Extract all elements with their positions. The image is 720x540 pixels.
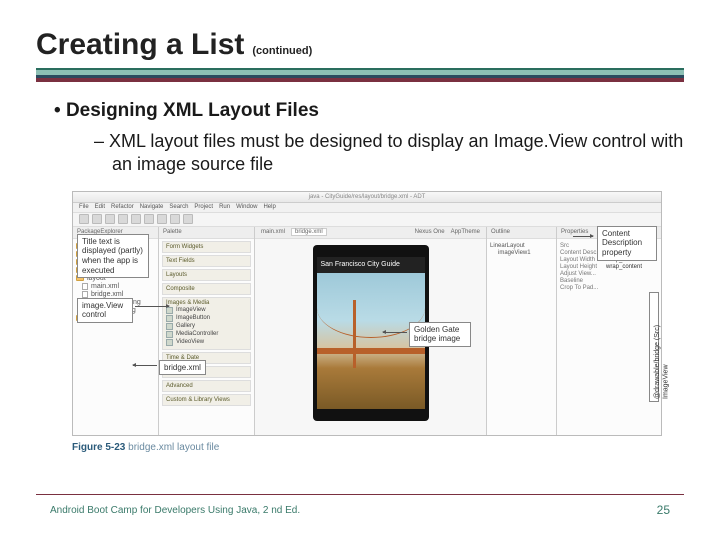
- menu-item[interactable]: Edit: [95, 204, 105, 210]
- palette-group[interactable]: Custom & Library Views: [162, 394, 251, 406]
- toolbar-icon[interactable]: [105, 214, 115, 224]
- menu-item[interactable]: Refactor: [111, 204, 134, 210]
- menu-item[interactable]: File: [79, 204, 89, 210]
- menu-item[interactable]: Help: [263, 204, 275, 210]
- ide-body: PackageExplorer drawable-hdpi drawable-l…: [73, 227, 661, 435]
- outline-item[interactable]: LinearLayout: [490, 243, 553, 249]
- arrow-icon: [135, 306, 169, 307]
- widget-icon: [166, 315, 173, 322]
- toolbar-icon[interactable]: [157, 214, 167, 224]
- toolbar-icon[interactable]: [183, 214, 193, 224]
- ide-toolbar: [73, 213, 661, 227]
- callout-imageview: image.View control: [77, 298, 133, 323]
- file-icon: [82, 283, 88, 290]
- bullet-level-2: XML layout files must be designed to dis…: [94, 130, 684, 177]
- property-row[interactable]: Layout Heightwrap_content: [560, 264, 658, 270]
- footer-text: Android Boot Camp for Developers Using J…: [50, 505, 300, 516]
- canvas-tabs: main.xml bridge.xml Nexus One AppTheme: [255, 227, 486, 239]
- palette-group[interactable]: Layouts: [162, 269, 251, 281]
- widget-icon: [166, 331, 173, 338]
- callout-title-text: Title text is displayed (partly) when th…: [77, 234, 149, 278]
- ide-screenshot: java - CityGuide/res/layout/bridge.xml -…: [72, 191, 662, 436]
- bullet-level-1: Designing XML Layout Files: [54, 100, 684, 122]
- arrow-icon: [133, 365, 157, 366]
- toolbar-icon[interactable]: [131, 214, 141, 224]
- palette-panel: Palette Form Widgets Text Fields Layouts…: [159, 227, 255, 435]
- properties-body: Src@drawable/bri... Content Desc...@stri…: [557, 239, 661, 435]
- palette-group[interactable]: Composite: [162, 283, 251, 295]
- panel-header: Palette: [159, 227, 254, 239]
- toolbar-icon[interactable]: [118, 214, 128, 224]
- palette-group-label: Images & Media: [166, 300, 247, 306]
- editor-tab[interactable]: main.xml: [261, 229, 285, 235]
- tree-label: main.xml: [91, 283, 119, 290]
- toolbar-icon[interactable]: [92, 214, 102, 224]
- property-row[interactable]: Crop To Pad...: [560, 285, 658, 291]
- palette-group[interactable]: Images & Media ImageView ImageButton Gal…: [162, 297, 251, 350]
- menu-item[interactable]: Project: [194, 204, 213, 210]
- outline-panel: Outline LinearLayout imageView1: [487, 227, 557, 435]
- toolbar-icon[interactable]: [79, 214, 89, 224]
- menu-item[interactable]: Search: [169, 204, 188, 210]
- panel-header: Outline: [487, 227, 556, 239]
- figure-text: bridge.xml layout file: [128, 442, 219, 453]
- menu-item[interactable]: Navigate: [140, 204, 164, 210]
- palette-item[interactable]: ImageButton: [166, 315, 247, 322]
- callout-content-desc: Content Description property: [597, 226, 657, 261]
- app-title: San Francisco City Guide: [321, 261, 400, 268]
- footer-rule: [36, 494, 684, 495]
- palette-group[interactable]: Text Fields: [162, 255, 251, 267]
- app-bar: San Francisco City Guide: [317, 257, 425, 273]
- title-rules: [36, 68, 684, 82]
- menu-item[interactable]: Run: [219, 204, 230, 210]
- slide: Creating a List (continued) Designing XM…: [0, 0, 720, 540]
- widget-icon: [166, 307, 173, 314]
- arrow-icon: [573, 236, 593, 237]
- palette-item[interactable]: Gallery: [166, 323, 247, 330]
- widget-icon: [166, 339, 173, 346]
- palette-group[interactable]: Advanced: [162, 380, 251, 392]
- palette-item[interactable]: VideoView: [166, 339, 247, 346]
- figure-label: Figure 5-23: [72, 442, 125, 453]
- device-dropdown[interactable]: Nexus One: [415, 229, 445, 235]
- menu-item[interactable]: Window: [236, 204, 257, 210]
- outline-item[interactable]: imageView1: [498, 250, 553, 256]
- toolbar-icon[interactable]: [144, 214, 154, 224]
- property-row[interactable]: Baseline: [560, 278, 658, 284]
- content: Designing XML Layout Files XML layout fi…: [36, 100, 684, 177]
- property-row[interactable]: Adjust View...: [560, 271, 658, 277]
- palette-item[interactable]: ImageView: [166, 307, 247, 314]
- slide-title: Creating a List: [36, 28, 244, 62]
- theme-dropdown[interactable]: AppTheme: [451, 229, 480, 235]
- callout-vertical-path: @drawable/bridge (Src) ImageView: [649, 292, 659, 402]
- tree-label: bridge.xml: [91, 291, 123, 298]
- palette-group[interactable]: Form Widgets: [162, 241, 251, 253]
- ide-menubar: File Edit Refactor Navigate Search Proje…: [73, 203, 661, 213]
- callout-bridge-image: Golden Gate bridge image: [409, 322, 471, 347]
- palette-item[interactable]: MediaController: [166, 331, 247, 338]
- continued-label: (continued): [252, 45, 312, 57]
- toolbar-icon[interactable]: [170, 214, 180, 224]
- editor-tab[interactable]: bridge.xml: [291, 228, 327, 236]
- callout-bridge-xml: bridge.xml: [159, 360, 206, 376]
- file-icon: [82, 291, 88, 298]
- ide-window-titlebar: java - CityGuide/res/layout/bridge.xml -…: [73, 192, 661, 203]
- arrow-icon: [383, 332, 407, 333]
- title-row: Creating a List (continued): [36, 28, 684, 62]
- page-number: 25: [657, 503, 670, 517]
- widget-icon: [166, 323, 173, 330]
- figure-caption: Figure 5-23 bridge.xml layout file: [72, 442, 684, 453]
